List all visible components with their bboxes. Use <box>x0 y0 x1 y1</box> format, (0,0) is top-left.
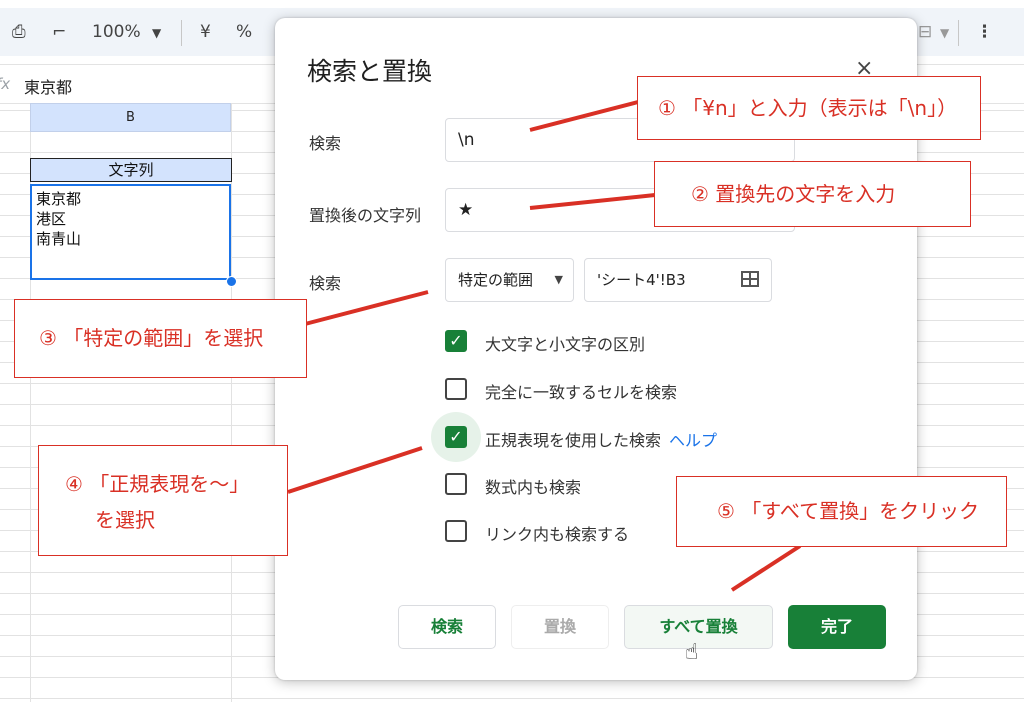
annotation-note-2: ② 置換先の文字を入力 <box>654 161 971 227</box>
annotation-note-5: ⑤ 「すべて置換」をクリック <box>676 476 1007 547</box>
annotation-line-3 <box>304 290 429 326</box>
annotation-note-4-line1: ④ 「正規表現を〜」 <box>65 472 250 496</box>
annotation-note-1: ① 「¥n」と入力（表示は「\n」） <box>637 76 981 140</box>
annotation-note-4-line2: を選択 <box>95 508 155 532</box>
annotation-line-4 <box>287 446 423 494</box>
annotation-line-2 <box>529 193 656 210</box>
annotation-line-1 <box>529 100 639 132</box>
annotation-note-3: ③ 「特定の範囲」を選択 <box>14 299 307 378</box>
annotation-line-5 <box>730 544 802 592</box>
annotation-note-4: ④ 「正規表現を〜」 を選択 <box>38 445 288 556</box>
